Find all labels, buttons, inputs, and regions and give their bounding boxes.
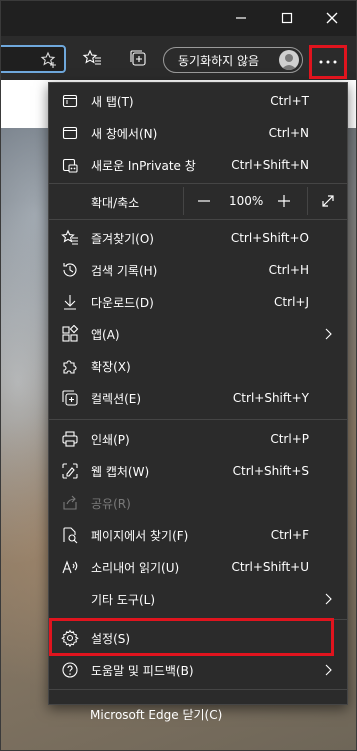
menu-item-label: 즐겨찾기(O) (91, 231, 154, 246)
maximize-icon (281, 12, 293, 24)
settings-and-more-button[interactable] (309, 45, 347, 79)
fullscreen-button[interactable] (319, 192, 337, 213)
settings-highlight-box (49, 618, 334, 656)
menu-item-read-aloud[interactable]: 소리내어 읽기(U) Ctrl+Shift+U (49, 551, 347, 583)
avatar (279, 50, 299, 70)
share-icon (61, 494, 79, 512)
favorites-icon (61, 229, 79, 247)
menu-item-shortcut: Ctrl+T (270, 94, 309, 108)
zoom-value: 100% (229, 194, 264, 208)
maximize-button[interactable] (264, 0, 310, 36)
menu-item-close-edge-label[interactable]: Microsoft Edge 닫기(C) (48, 698, 348, 730)
menu-item-label: 기타 도구(L) (91, 592, 156, 607)
menu-item-label: 웹 캡처(W) (91, 464, 150, 479)
collections-icon (61, 389, 79, 407)
menu-item-help[interactable]: 도움말 및 피드백(B) (49, 654, 347, 686)
menu-item-label: 공유(R) (91, 496, 131, 511)
add-favorite-icon[interactable] (40, 51, 58, 72)
menu-divider (49, 183, 347, 184)
minimize-icon (236, 17, 246, 19)
menu-item-shortcut: Ctrl+H (268, 263, 309, 277)
menu-item-find[interactable]: 페이지에서 찾기(F) Ctrl+F (49, 519, 347, 551)
zoom-in-button[interactable] (275, 192, 293, 213)
menu-item-new-tab[interactable]: 새 탭(T) Ctrl+T (49, 85, 347, 117)
zoom-divider (307, 187, 308, 215)
menu-item-label: Microsoft Edge 닫기(C) (90, 707, 223, 722)
favorites-icon[interactable] (82, 48, 102, 68)
chevron-right-icon (323, 593, 333, 608)
ellipsis-icon (319, 60, 337, 64)
web-capture-icon (61, 462, 79, 480)
apps-icon (61, 325, 79, 343)
close-icon (326, 12, 338, 24)
print-icon (61, 430, 79, 448)
extensions-icon (61, 357, 79, 375)
menu-item-web-capture[interactable]: 웹 캡처(W) Ctrl+Shift+S (49, 455, 347, 487)
zoom-out-button[interactable] (195, 192, 213, 213)
find-icon (61, 526, 79, 544)
menu-item-label: 새로운 InPrivate 창 (91, 158, 196, 173)
menu-item-shortcut: Ctrl+F (270, 528, 309, 542)
zoom-label: 확대/축소 (91, 196, 140, 210)
menu-item-favorites[interactable]: 즐겨찾기(O) Ctrl+Shift+O (49, 222, 347, 254)
menu-item-shortcut: Ctrl+Shift+U (231, 560, 309, 574)
menu-item-label: 새 탭(T) (91, 94, 134, 109)
menu-item-label: 새 창에서(N) (91, 126, 158, 141)
new-window-icon (61, 124, 79, 142)
sync-label: 동기화하지 않음 (178, 53, 260, 68)
menu-item-label: 페이지에서 찾기(F) (91, 528, 189, 543)
menu-item-extensions[interactable]: 확장(X) (49, 350, 347, 382)
menu-item-shortcut: Ctrl+N (268, 126, 309, 140)
minimize-button[interactable] (218, 0, 264, 36)
sync-button[interactable]: 동기화하지 않음 (163, 47, 303, 73)
help-icon (61, 661, 79, 679)
inprivate-icon (61, 156, 79, 174)
chevron-right-icon (323, 328, 333, 343)
chevron-right-icon (323, 664, 333, 679)
read-aloud-icon (61, 558, 79, 576)
menu-item-shortcut: Ctrl+Shift+S (232, 464, 309, 478)
menu-divider (49, 419, 347, 420)
download-icon (61, 293, 79, 311)
menu-item-inprivate[interactable]: 새로운 InPrivate 창 Ctrl+Shift+N (49, 149, 347, 181)
menu-item-shortcut: Ctrl+J (274, 295, 309, 309)
menu-item-print[interactable]: 인쇄(P) Ctrl+P (49, 423, 347, 455)
settings-menu: 새 탭(T) Ctrl+T 새 창에서(N) Ctrl+N 새로운 InPriv… (48, 82, 348, 705)
close-button[interactable] (309, 0, 355, 36)
expand-icon (322, 195, 334, 207)
menu-item-new-window[interactable]: 새 창에서(N) Ctrl+N (49, 117, 347, 149)
menu-item-label: 확장(X) (91, 359, 131, 374)
zoom-divider (183, 187, 184, 215)
address-bar[interactable] (0, 45, 66, 73)
menu-item-shortcut: Ctrl+Shift+N (231, 158, 309, 172)
minus-icon (198, 200, 210, 202)
menu-divider (49, 219, 347, 220)
toolbar: 동기화하지 않음 (0, 36, 357, 80)
collections-icon[interactable] (128, 48, 148, 68)
menu-item-label: 검색 기록(H) (91, 263, 158, 278)
menu-item-label: 도움말 및 피드백(B) (91, 663, 194, 678)
menu-item-shortcut: Ctrl+Shift+O (230, 231, 309, 245)
menu-item-label: 인쇄(P) (91, 432, 130, 447)
menu-item-shortcut: Ctrl+Shift+Y (232, 391, 309, 405)
menu-item-history[interactable]: 검색 기록(H) Ctrl+H (49, 254, 347, 286)
title-bar (0, 0, 357, 36)
history-icon (61, 261, 79, 279)
menu-item-apps[interactable]: 앱(A) (49, 318, 347, 350)
menu-item-share: 공유(R) (49, 487, 347, 519)
menu-item-label: 소리내어 읽기(U) (91, 560, 180, 575)
plus-icon (278, 195, 290, 207)
menu-item-label: 다운로드(D) (91, 295, 154, 310)
menu-item-shortcut: Ctrl+P (270, 432, 309, 446)
zoom-row: 확대/축소 100% (49, 185, 347, 217)
menu-item-label: 컬렉션(E) (91, 391, 142, 406)
menu-item-more-tools[interactable]: 기타 도구(L) (49, 583, 347, 615)
menu-item-collections[interactable]: 컬렉션(E) Ctrl+Shift+Y (49, 382, 347, 414)
menu-item-downloads[interactable]: 다운로드(D) Ctrl+J (49, 286, 347, 318)
menu-item-label: 앱(A) (91, 327, 120, 342)
new-tab-icon (61, 92, 79, 110)
